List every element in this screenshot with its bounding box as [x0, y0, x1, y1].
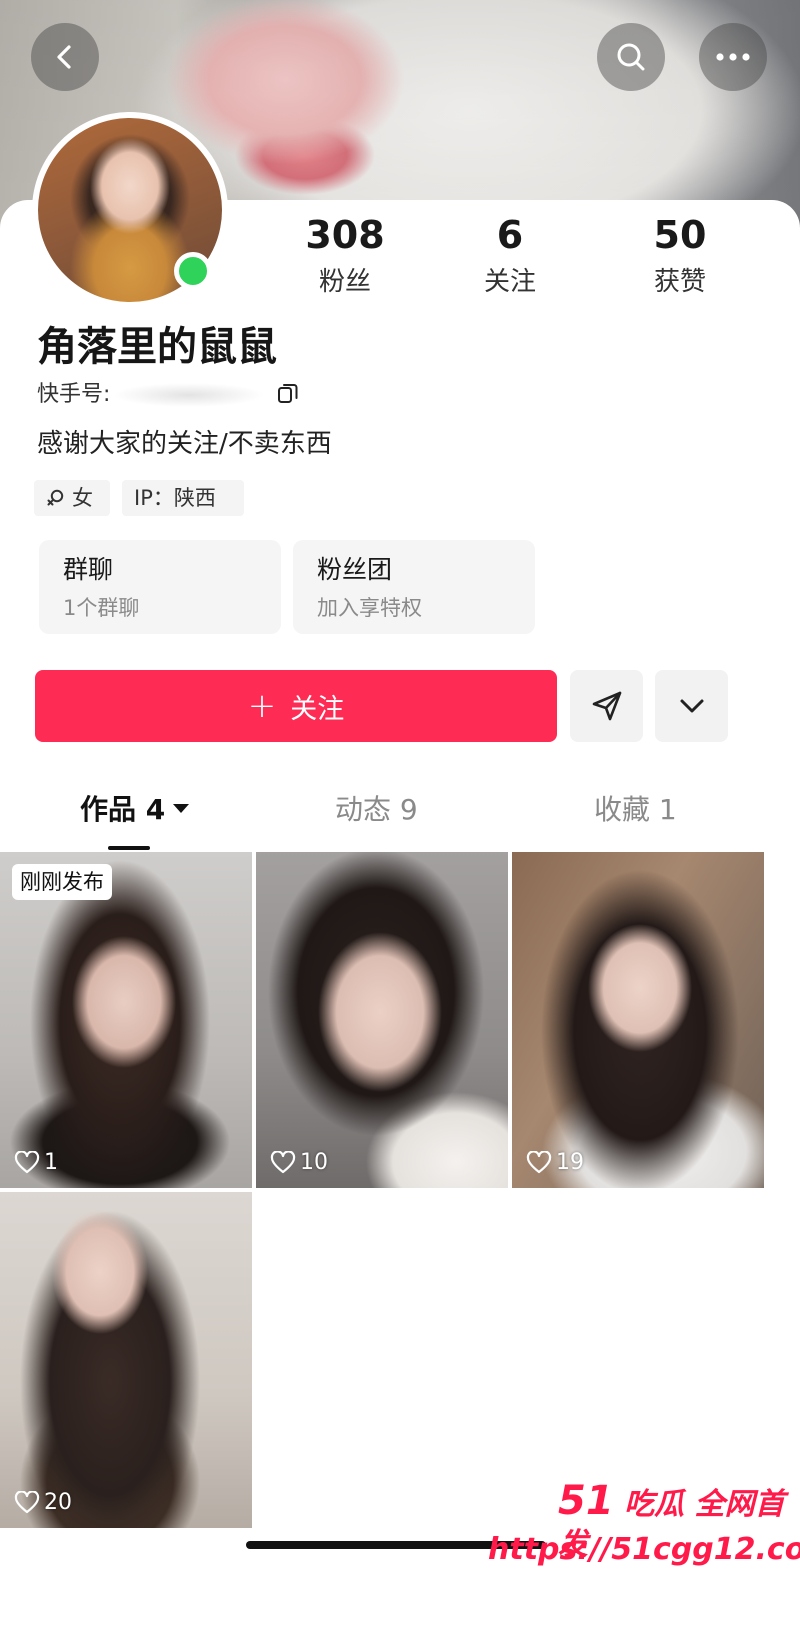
- back-arrow-icon: [57, 45, 71, 69]
- tab-works-label: 作品 4: [80, 793, 166, 826]
- post-likes: 20: [14, 1490, 72, 1516]
- follow-label: 关注: [290, 693, 345, 725]
- new-post-badge: 刚刚发布: [12, 864, 112, 900]
- post-thumbnail[interactable]: 刚刚发布 1: [0, 852, 252, 1188]
- post-thumbnail[interactable]: 19: [512, 852, 764, 1188]
- user-id-row: 快手号:: [37, 380, 265, 410]
- online-status-dot: [174, 252, 212, 290]
- ip-text: IP：陕西: [134, 486, 216, 510]
- more-dots-icon: [716, 53, 750, 61]
- search-icon: [617, 43, 645, 71]
- following-count: 6: [496, 213, 524, 257]
- caret-down-icon[interactable]: [173, 803, 190, 813]
- fan-club-subtitle: 加入享特权: [317, 596, 422, 620]
- tab-favorites[interactable]: 收藏 1: [594, 790, 677, 830]
- profile-bio: 感谢大家的关注/不卖东西: [37, 429, 332, 459]
- profile-name: 角落里的鼠鼠: [37, 324, 277, 370]
- fans-count: 308: [305, 213, 385, 257]
- send-icon: [592, 691, 621, 721]
- active-tab-indicator: [108, 846, 150, 850]
- gender-tag: 女: [34, 480, 110, 516]
- copy-id-button[interactable]: [276, 381, 300, 409]
- watermark-url: https://51cgg12.com: [488, 1532, 800, 1567]
- message-button[interactable]: [570, 670, 643, 742]
- more-options-button[interactable]: [699, 23, 767, 91]
- group-chat-card[interactable]: 群聊 1个群聊: [39, 540, 281, 634]
- plus-icon: +: [247, 686, 277, 726]
- search-button[interactable]: [597, 23, 665, 91]
- user-id-label: 快手号:: [37, 382, 111, 407]
- post-thumbnail[interactable]: 10: [256, 852, 508, 1188]
- chevron-down-icon: [680, 699, 703, 713]
- likes-count: 50: [653, 213, 707, 257]
- tab-moments[interactable]: 动态 9: [335, 790, 418, 830]
- group-chat-subtitle: 1个群聊: [63, 596, 140, 620]
- post-likes-count: 1: [44, 1150, 58, 1175]
- post-likes-count: 20: [44, 1490, 72, 1515]
- fan-club-card[interactable]: 粉丝团 加入享特权: [293, 540, 535, 634]
- more-actions-dropdown[interactable]: [655, 670, 728, 742]
- female-icon: [47, 489, 64, 506]
- tab-moments-label: 动态 9: [335, 793, 418, 826]
- heart-icon: [14, 1151, 40, 1174]
- likes-label: 获赞: [653, 267, 706, 297]
- post-thumbnail[interactable]: 20: [0, 1192, 252, 1528]
- stat-fans[interactable]: 308 粉丝: [275, 213, 415, 297]
- stat-following[interactable]: 6 关注: [440, 213, 580, 297]
- gender-text: 女: [72, 486, 93, 510]
- tab-works[interactable]: 作品 4: [80, 790, 190, 830]
- post-likes: 19: [526, 1150, 584, 1176]
- fan-club-title: 粉丝团: [317, 555, 393, 584]
- tab-favorites-label: 收藏 1: [594, 793, 677, 826]
- watermark: 51 吃瓜 全网首发 https://51cgg12.com: [488, 1475, 800, 1644]
- copy-icon: [278, 384, 298, 403]
- back-button[interactable]: [31, 23, 99, 91]
- heart-icon: [270, 1151, 296, 1174]
- following-label: 关注: [483, 267, 536, 297]
- group-chat-title: 群聊: [63, 555, 114, 584]
- watermark-brand-number: 51: [558, 1478, 614, 1524]
- fans-label: 粉丝: [318, 267, 371, 297]
- post-likes: 10: [270, 1150, 328, 1176]
- ip-location-tag: IP：陕西: [122, 480, 244, 516]
- follow-button[interactable]: + 关注: [35, 670, 557, 742]
- post-likes-count: 19: [556, 1150, 584, 1175]
- user-id-redacted: [114, 383, 265, 407]
- heart-icon: [526, 1151, 552, 1174]
- heart-icon: [14, 1491, 40, 1514]
- post-likes: 1: [14, 1150, 58, 1176]
- post-likes-count: 10: [300, 1150, 328, 1175]
- stat-likes[interactable]: 50 获赞: [610, 213, 750, 297]
